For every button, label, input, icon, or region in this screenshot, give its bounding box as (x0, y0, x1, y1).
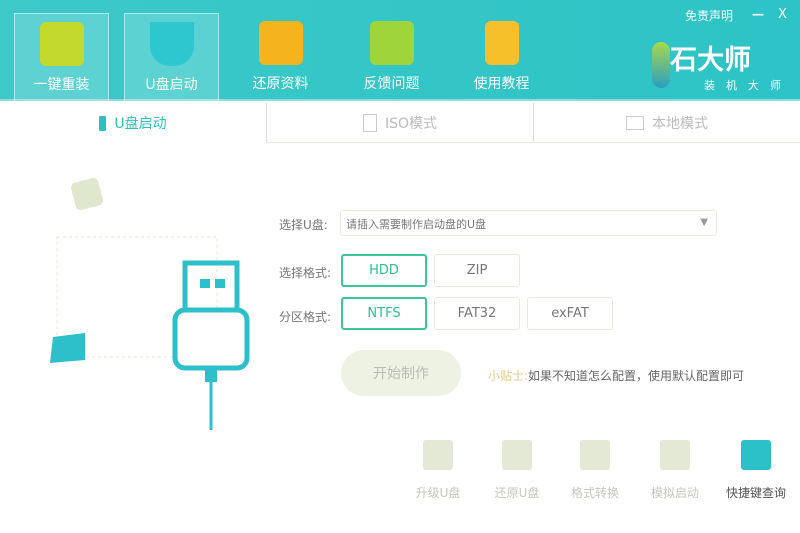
tab-iso-mode[interactable]: ISO模式 (266, 103, 533, 143)
simulate-icon (660, 440, 690, 470)
monitor-icon (626, 115, 644, 130)
format-zip-button[interactable]: ZIP (434, 254, 520, 287)
partition-exfat-button[interactable]: exFAT (527, 297, 613, 330)
format-hdd-button[interactable]: HDD (341, 254, 427, 287)
tool-label: 还原U盘 (494, 486, 540, 500)
format-label: 选择格式: (279, 266, 332, 280)
nav-usb-boot[interactable]: U盘启动 (124, 13, 219, 101)
hotkey-lookup-button[interactable]: 快捷键查询 (720, 440, 792, 501)
nav-restore-data[interactable]: 还原资料 (233, 13, 328, 101)
disclaimer-link[interactable]: 免责声明 (685, 7, 733, 24)
minimize-button[interactable]: — (752, 7, 764, 21)
tab-usb-boot[interactable]: U盘启动 (0, 103, 266, 143)
simulate-boot-button[interactable]: 模拟启动 (640, 440, 710, 501)
select-usb-label: 选择U盘: (279, 218, 328, 232)
nav-label: 反馈问题 (363, 76, 420, 92)
mode-tabs: U盘启动 ISO模式 本地模式 (0, 103, 800, 143)
windows-logo (50, 333, 85, 363)
partition-ntfs-button[interactable]: NTFS (341, 297, 427, 330)
keyboard-icon (741, 440, 771, 470)
logo-subtitle: 装机大师 (704, 79, 792, 92)
start-button[interactable]: 开始制作 (341, 350, 461, 396)
restore-usb-button[interactable]: 还原U盘 (482, 440, 552, 501)
format-convert-button[interactable]: 格式转换 (560, 440, 630, 501)
iso-file-icon (362, 113, 377, 132)
usb-illustration (50, 177, 250, 430)
mail-icon (369, 21, 414, 65)
tool-label: 升级U盘 (415, 486, 461, 500)
usb-select[interactable]: 请插入需要制作启动盘的U盘 ▼ (340, 210, 717, 236)
install-icon (39, 22, 84, 66)
usb-select-placeholder: 请插入需要制作启动盘的U盘 (346, 218, 487, 231)
tip-text: 如果不知道怎么配置，使用默认配置即可 (528, 369, 745, 383)
nav-label: U盘启动 (145, 77, 198, 93)
usb-drive-icon (99, 115, 107, 131)
nav-tutorial[interactable]: 使用教程 (454, 13, 549, 101)
logo-icon (652, 42, 670, 88)
tip: 小贴士:如果不知道怎么配置，使用默认配置即可 (488, 367, 744, 384)
partition-fat32-button[interactable]: FAT32 (434, 297, 520, 330)
tab-label: ISO模式 (384, 115, 438, 132)
tool-label: 模拟启动 (650, 486, 699, 500)
nav-label: 使用教程 (473, 76, 530, 92)
restore-icon (258, 21, 303, 65)
tool-label: 快捷键查询 (725, 486, 786, 500)
windows-logo-faded (70, 177, 104, 211)
book-icon (484, 21, 519, 65)
logo-title: 石大师 (670, 45, 751, 76)
tool-label: 格式转换 (570, 486, 619, 500)
tab-label: 本地模式 (652, 115, 708, 132)
usb-upgrade-icon (423, 440, 453, 470)
header: 一键重装 U盘启动 还原资料 反馈问题 使用教程 免责声明 — X 石大师 装机… (0, 0, 800, 101)
partition-label: 分区格式: (279, 310, 332, 324)
nav-feedback[interactable]: 反馈问题 (344, 13, 439, 101)
usb-icon (149, 22, 194, 66)
upgrade-usb-button[interactable]: 升级U盘 (403, 440, 473, 501)
restore-usb-icon (502, 440, 532, 470)
close-button[interactable]: X (778, 7, 787, 22)
tip-label: 小贴士: (488, 369, 529, 383)
nav-label: 一键重装 (33, 77, 90, 93)
tab-label: U盘启动 (114, 116, 167, 132)
nav-one-click-install[interactable]: 一键重装 (14, 13, 109, 101)
nav-label: 还原资料 (252, 76, 309, 92)
convert-icon (580, 440, 610, 470)
tab-local-mode[interactable]: 本地模式 (533, 103, 800, 143)
chevron-down-icon: ▼ (700, 217, 708, 228)
